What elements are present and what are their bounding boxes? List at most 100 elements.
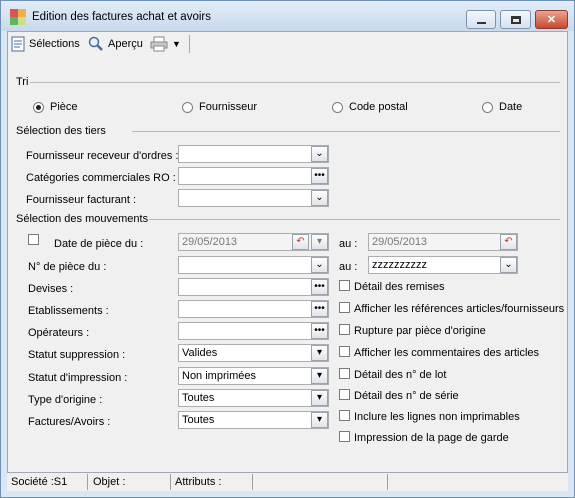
ellipsis-icon[interactable]: ••• [311,323,328,339]
devises-label: Devises : [28,283,74,295]
radio-fournisseur-label: Fournisseur [199,101,258,113]
impression-garde-checkbox[interactable] [339,431,350,442]
radio-piece[interactable]: Pièce [33,101,78,113]
magnifier-icon [88,36,103,51]
chevron-down-icon[interactable]: ▾ [311,368,328,384]
detail-remises-label: Détail des remises [354,281,445,293]
selections-label: Sélections [29,38,80,50]
chevron-down-icon[interactable]: ▼ [172,39,181,49]
chevron-down-icon[interactable]: ▾ [311,234,328,250]
operateurs-field[interactable]: ••• [178,322,329,340]
selections-button[interactable]: Sélections [11,36,80,52]
title-bar[interactable]: Edition des factures achat et avoirs ✕ [1,1,574,31]
tri-group-title: Tri [16,76,29,88]
radio-fournisseur-indicator[interactable] [182,101,193,113]
factures-avoirs-value: Toutes [182,414,215,426]
devises-field[interactable]: ••• [178,278,329,296]
factures-avoirs-select[interactable]: Toutes ▾ [178,411,329,429]
rupture-piece-checkbox[interactable] [339,324,350,335]
minimize-button[interactable] [466,10,496,29]
calendar-icon[interactable]: ↶ [292,234,309,250]
radio-code-postal[interactable]: Code postal [332,101,408,113]
num-au-label: au : [339,261,358,273]
radio-code-postal-label: Code postal [349,101,408,113]
detail-lot-checkbox[interactable] [339,368,350,379]
preview-button[interactable]: Aperçu [88,36,143,52]
statut-suppression-value: Valides [182,347,218,359]
ellipsis-icon[interactable]: ••• [311,301,328,317]
afficher-commentaires-checkbox[interactable] [339,346,350,357]
double-chevron-down-icon[interactable]: ⌄ [311,257,328,273]
date-du-label: Date de pièce du : [54,238,144,250]
detail-lot-label: Détail des n° de lot [354,369,447,381]
statut-impression-value: Non imprimées [182,370,256,382]
date-au-field[interactable]: 29/05/2013 ↶ [368,233,518,251]
ellipsis-icon[interactable]: ••• [311,279,328,295]
close-button[interactable]: ✕ [535,10,568,29]
date-au-label: au : [339,238,358,250]
statut-impression-select[interactable]: Non imprimées ▾ [178,367,329,385]
status-divider [170,474,171,490]
tiers-divider [132,131,560,132]
tri-divider [30,82,560,83]
radio-date[interactable]: Date [482,101,522,113]
status-societe: Société :S1 [11,476,68,488]
etablissements-field[interactable]: ••• [178,300,329,318]
num-au-field[interactable]: zzzzzzzzzz ⌄ [368,256,518,274]
detail-serie-checkbox[interactable] [339,389,350,400]
inclure-lignes-label: Inclure les lignes non imprimables [354,411,520,423]
fournisseur-facturant-label: Fournisseur facturant : [26,194,137,206]
detail-remises-checkbox[interactable] [339,280,350,291]
double-chevron-down-icon[interactable]: ⌄ [311,146,328,162]
toolbar-separator [189,35,190,53]
radio-date-indicator[interactable] [482,101,493,113]
ellipsis-icon[interactable]: ••• [311,168,328,184]
categories-field[interactable]: ••• [178,167,329,185]
app-icon [10,9,26,25]
num-du-field[interactable]: ⌄ [178,256,329,274]
radio-piece-label: Pièce [50,101,78,113]
radio-piece-indicator[interactable] [33,101,44,113]
statut-suppression-select[interactable]: Valides ▾ [178,344,329,362]
toolbar: Sélections Aperçu ▼ [8,32,567,56]
type-origine-select[interactable]: Toutes ▾ [178,389,329,407]
mouvements-group-title: Sélection des mouvements [16,213,149,225]
calendar-icon[interactable]: ↶ [500,234,517,250]
document-icon [11,36,25,52]
fournisseur-receveur-label: Fournisseur receveur d'ordres : [26,150,179,162]
radio-date-label: Date [499,101,523,113]
double-chevron-down-icon[interactable]: ⌄ [311,190,328,206]
operateurs-label: Opérateurs : [28,327,90,339]
num-au-value: zzzzzzzzzz [372,259,427,271]
fournisseur-receveur-field[interactable]: ⌄ [178,145,329,163]
date-du-field[interactable]: 29/05/2013 ↶ ▾ [178,233,329,251]
chevron-down-icon[interactable]: ▾ [311,412,328,428]
afficher-references-checkbox[interactable] [339,302,350,313]
maximize-button[interactable] [500,10,531,29]
date-range-checkbox[interactable] [28,234,39,245]
afficher-references-label: Afficher les références articles/fournis… [354,303,565,315]
status-divider [387,474,388,490]
fournisseur-facturant-field[interactable]: ⌄ [178,189,329,207]
inclure-lignes-checkbox[interactable] [339,410,350,421]
status-objet: Objet : [93,476,126,488]
radio-fournisseur[interactable]: Fournisseur [182,101,257,113]
statut-suppression-label: Statut suppression : [28,349,126,361]
radio-code-postal-indicator[interactable] [332,101,343,113]
factures-avoirs-label: Factures/Avoirs : [28,416,111,428]
printer-icon [150,36,168,52]
minimize-icon [476,21,486,24]
double-chevron-down-icon[interactable]: ⌄ [500,257,517,273]
chevron-down-icon[interactable]: ▾ [311,390,328,406]
impression-garde-label: Impression de la page de garde [354,432,509,444]
etablissements-label: Etablissements : [28,305,109,317]
chevron-down-icon[interactable]: ▾ [311,345,328,361]
date-du-value: 29/05/2013 [182,236,238,248]
mouvements-divider [149,219,560,220]
print-button[interactable]: ▼ [150,36,181,52]
rupture-piece-label: Rupture par pièce d'origine [354,325,486,337]
num-du-label: N° de pièce du : [28,261,107,273]
tiers-group-title: Sélection des tiers [16,125,106,137]
application-window: Edition des factures achat et avoirs ✕ S… [0,0,575,498]
preview-label: Aperçu [108,38,143,50]
